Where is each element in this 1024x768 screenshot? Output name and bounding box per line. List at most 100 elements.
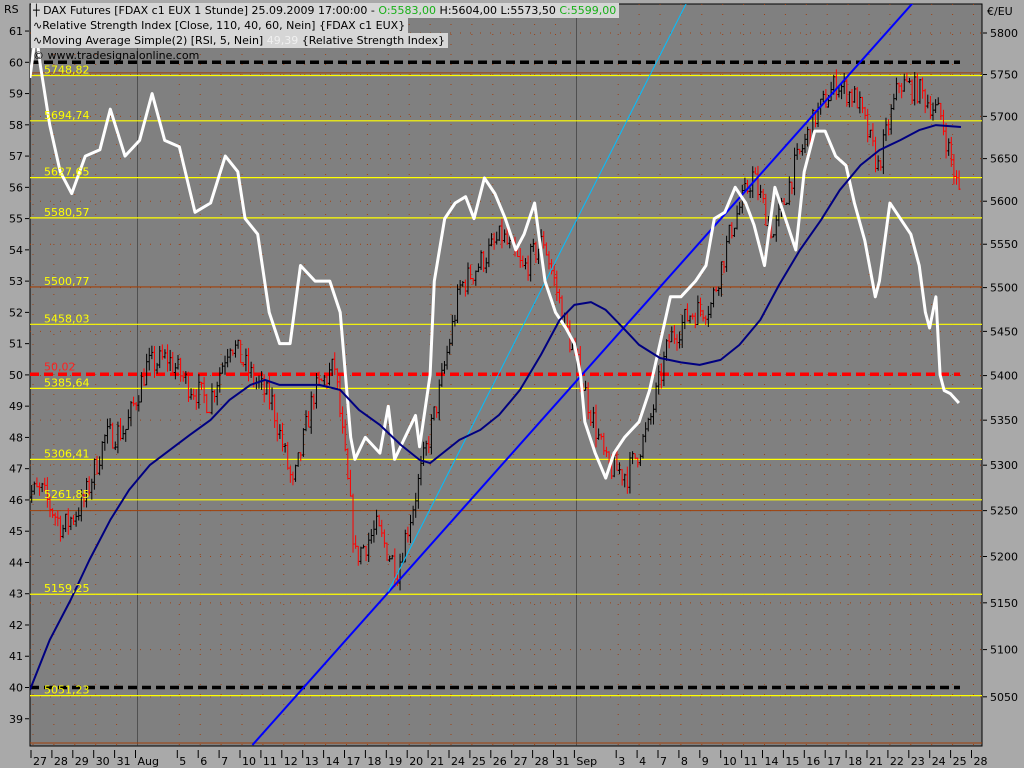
x-axis-label: 21 <box>430 755 444 768</box>
x-axis-label: 17 <box>347 755 361 768</box>
watermark: © www.tradesignalonline.com <box>33 49 200 62</box>
chart[interactable]: 5748,82 5694,74 5627,65 5580,57 5500,77 5458,… <box>0 0 1024 768</box>
right-axis-label: 5250 <box>990 505 1018 518</box>
x-axis-label: 14 <box>326 755 340 768</box>
x-axis-label: 24 <box>932 755 946 768</box>
x-axis-label: 7 <box>660 755 667 768</box>
ma-label: Moving Average Simple(2) [RSI, 5, Nein] <box>42 34 264 47</box>
x-axis-label: 3 <box>618 755 625 768</box>
x-axis-label: 20 <box>409 755 423 768</box>
x-axis-label: 21 <box>869 755 883 768</box>
high-value: H:5604,00 <box>439 4 498 17</box>
left-axis-label: 59 <box>9 88 23 101</box>
left-axis-label: 51 <box>9 338 23 351</box>
right-axis-label: 5600 <box>990 195 1018 208</box>
legend-rsi[interactable]: ∿Relative Strength Index [Close, 110, 40… <box>31 18 409 33</box>
x-axis-label: 30 <box>96 755 110 768</box>
close-value: C:5599,00 <box>559 4 617 17</box>
x-axis-label: 18 <box>367 755 381 768</box>
left-axis-label: 48 <box>9 431 23 444</box>
right-axis-label: 5400 <box>990 370 1018 383</box>
x-axis-label: 11 <box>744 755 758 768</box>
price-level-label: 5385,64 <box>44 376 90 389</box>
x-axis-label: 12 <box>284 755 298 768</box>
price-level-label: 5627,65 <box>44 166 90 179</box>
x-axis-label: 31 <box>556 755 570 768</box>
low-value: L:5573,50 <box>500 4 556 17</box>
right-axis-label: 5150 <box>990 597 1018 610</box>
left-axis-label: 44 <box>9 556 23 569</box>
left-axis-title: RS <box>4 3 19 16</box>
price-level-label: 5580,57 <box>44 206 90 219</box>
left-axis-label: 47 <box>9 463 23 476</box>
right-axis-label: 5550 <box>990 238 1018 251</box>
wave-icon: ∿ <box>33 19 43 32</box>
x-axis-label: 28 <box>54 755 68 768</box>
x-axis-label: 10 <box>242 755 256 768</box>
left-axis-label: 41 <box>9 650 23 663</box>
price-level-label: 5748,82 <box>44 63 90 76</box>
right-axis-label: 5800 <box>990 27 1018 40</box>
right-axis-label: 5300 <box>990 459 1018 472</box>
right-axis-label: 5050 <box>990 691 1018 704</box>
x-axis-label: 7 <box>221 755 228 768</box>
x-axis-label: 11 <box>263 755 277 768</box>
x-axis-label: 25 <box>472 755 486 768</box>
right-axis-title: €/EU <box>987 5 1013 18</box>
price-level-label: 5306,41 <box>44 447 90 460</box>
right-axis-label: 5100 <box>990 644 1018 657</box>
x-axis-label: 27 <box>514 755 528 768</box>
left-axis-label: 53 <box>9 275 23 288</box>
left-axis-label: 58 <box>9 119 23 132</box>
left-axis-label: 45 <box>9 525 23 538</box>
x-axis-label: 17 <box>827 755 841 768</box>
right-axis-label: 5650 <box>990 153 1018 166</box>
x-axis-label: 4 <box>639 755 646 768</box>
left-axis-label: 52 <box>9 306 23 319</box>
right-axis-label: 5450 <box>990 325 1018 338</box>
left-axis-label: 49 <box>9 400 23 413</box>
price-level-label: 5694,74 <box>44 109 90 122</box>
rsi-label: Relative Strength Index [Close, 110, 40,… <box>42 19 406 32</box>
left-axis-label: 46 <box>9 494 23 507</box>
legend-ma[interactable]: ∿Moving Average Simple(2) [RSI, 5, Nein]… <box>31 33 448 48</box>
price-level-label: 5261,85 <box>44 488 90 501</box>
x-axis-label: 31 <box>117 755 131 768</box>
right-axis-label: 5700 <box>990 110 1018 123</box>
right-axis-label: 5500 <box>990 282 1018 295</box>
x-axis-label: 28 <box>974 755 988 768</box>
open-value: O:5583,00 <box>378 4 437 17</box>
left-axis-label: 54 <box>9 244 23 257</box>
x-axis-label: 6 <box>200 755 207 768</box>
left-axis-label: 56 <box>9 181 23 194</box>
price-bar <box>25 494 28 511</box>
x-axis-label: 29 <box>75 755 89 768</box>
instrument-label: DAX Futures [FDAX c1 EUX 1 Stunde] 25.09… <box>43 4 375 17</box>
ma-source: {Relative Strength Index} <box>301 34 445 47</box>
x-axis-label: 9 <box>702 755 709 768</box>
legend-price: ┼ DAX Futures [FDAX c1 EUX 1 Stunde] 25.… <box>31 3 620 18</box>
rsi-level-label: 50,02 <box>44 360 76 373</box>
x-axis-label: 16 <box>806 755 820 768</box>
bar-icon: ┼ <box>33 4 44 17</box>
x-axis-label: 14 <box>765 755 779 768</box>
price-level-label: 5458,03 <box>44 312 90 325</box>
x-axis-label: 22 <box>890 755 904 768</box>
left-axis-label: 61 <box>9 25 23 38</box>
price-level-label: 5051,23 <box>44 684 90 697</box>
x-axis-label: 19 <box>388 755 402 768</box>
x-axis-label: 24 <box>451 755 465 768</box>
x-axis-label: 27 <box>33 755 47 768</box>
ma-value: 49,39 <box>266 34 299 47</box>
x-axis-label: 25 <box>953 755 967 768</box>
left-axis-label: 40 <box>9 682 23 695</box>
x-axis-label: 26 <box>493 755 507 768</box>
left-axis-label: 42 <box>9 619 23 632</box>
left-axis-label: 55 <box>9 213 23 226</box>
x-axis-label: 10 <box>723 755 737 768</box>
right-axis-label: 5350 <box>990 414 1018 427</box>
x-axis-label: 8 <box>681 755 688 768</box>
wave-icon: ∿ <box>33 34 43 47</box>
x-axis-label: 5 <box>179 755 186 768</box>
x-axis-label: 15 <box>785 755 799 768</box>
